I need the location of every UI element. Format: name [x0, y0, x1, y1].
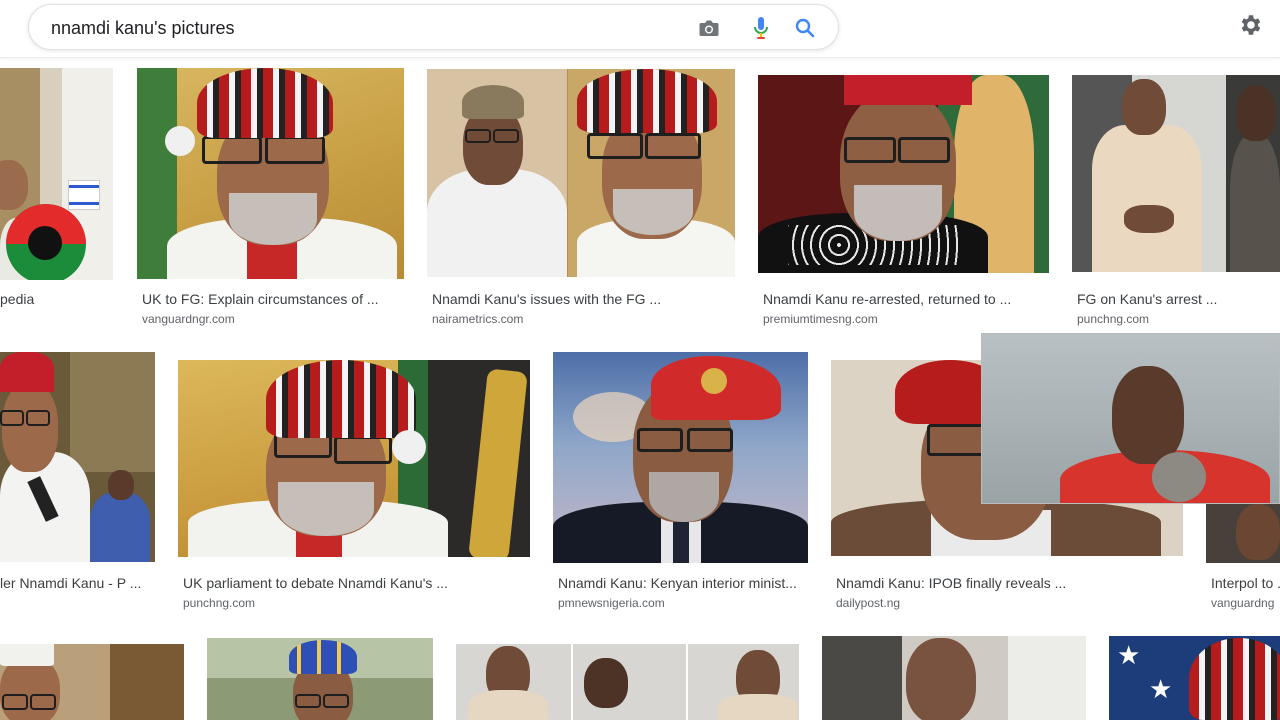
- result-source[interactable]: dailypost.ng: [836, 596, 1176, 610]
- result-source[interactable]: vanguardng: [1211, 596, 1280, 610]
- result-title[interactable]: ler Nnamdi Kanu - P ...: [0, 575, 150, 591]
- star-icon: ★: [1149, 674, 1173, 704]
- gear-icon[interactable]: [1236, 11, 1264, 39]
- result-thumbnail[interactable]: [0, 644, 184, 720]
- result-thumbnail[interactable]: [758, 75, 1049, 273]
- result-title[interactable]: pedia: [0, 291, 110, 307]
- result-title[interactable]: Nnamdi Kanu: IPOB finally reveals ...: [836, 575, 1176, 591]
- badge-emblem: [701, 368, 727, 394]
- result-source[interactable]: premiumtimesng.com: [763, 312, 1053, 326]
- result-title[interactable]: UK to FG: Explain circumstances of ...: [142, 291, 402, 307]
- result-title[interactable]: Nnamdi Kanu's issues with the FG ...: [432, 291, 732, 307]
- result-source[interactable]: pmnewsnigeria.com: [558, 596, 808, 610]
- presenter-face: [1112, 366, 1184, 464]
- result-thumbnail[interactable]: [822, 636, 1086, 720]
- result-thumbnail[interactable]: [427, 69, 735, 277]
- result-title[interactable]: FG on Kanu's arrest ...: [1077, 291, 1277, 307]
- result-source[interactable]: vanguardngr.com: [142, 312, 402, 326]
- result-thumbnail[interactable]: [1072, 75, 1280, 272]
- result-title[interactable]: Nnamdi Kanu re-arrested, returned to ...: [763, 291, 1053, 307]
- microphone-icon: [1152, 452, 1206, 502]
- search-box[interactable]: [28, 4, 839, 50]
- result-source[interactable]: punchng.com: [1077, 312, 1277, 326]
- result-thumbnail[interactable]: [456, 644, 799, 720]
- result-source[interactable]: nairametrics.com: [432, 312, 732, 326]
- result-thumbnail[interactable]: [1206, 500, 1280, 563]
- camera-icon[interactable]: [697, 16, 721, 40]
- microphone-icon[interactable]: [749, 16, 773, 40]
- result-thumbnail[interactable]: [207, 638, 433, 720]
- search-header: [0, 0, 1280, 58]
- star-icon: ★: [1117, 640, 1141, 670]
- result-thumbnail[interactable]: [0, 68, 113, 280]
- result-thumbnail[interactable]: [137, 68, 404, 279]
- result-thumbnail[interactable]: ★ ★: [1109, 636, 1280, 720]
- image-search-page: pedia UK to FG: Explain circumstances of…: [0, 0, 1280, 720]
- result-title[interactable]: UK parliament to debate Nnamdi Kanu's ..…: [183, 575, 523, 591]
- result-thumbnail[interactable]: [178, 360, 530, 557]
- result-source[interactable]: punchng.com: [183, 596, 523, 610]
- search-icon[interactable]: [793, 16, 817, 40]
- webcam-overlay: [981, 333, 1280, 504]
- flag-icon: [68, 180, 100, 210]
- result-title[interactable]: Interpol to ...: [1211, 575, 1280, 591]
- result-title[interactable]: Nnamdi Kanu: Kenyan interior minist...: [558, 575, 808, 591]
- search-input[interactable]: [51, 15, 651, 41]
- result-thumbnail[interactable]: [0, 352, 155, 562]
- result-thumbnail[interactable]: [553, 352, 808, 563]
